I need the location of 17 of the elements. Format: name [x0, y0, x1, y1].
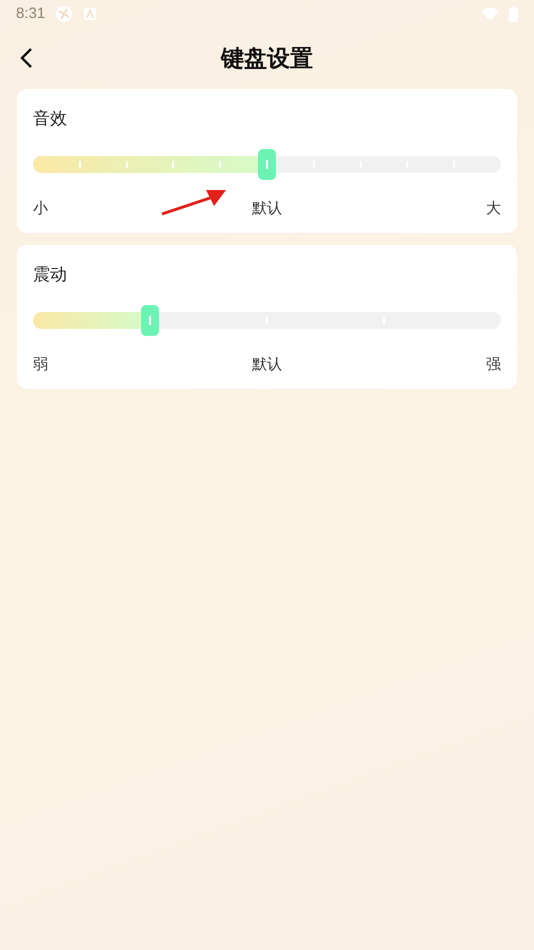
- slider-label: 弱: [33, 355, 48, 374]
- page-title: 键盘设置: [221, 44, 313, 74]
- slider-label: 小: [33, 199, 48, 218]
- slider-label: 默认: [252, 355, 282, 374]
- setting-title: 音效: [33, 108, 68, 130]
- slider-label: 大: [486, 199, 501, 218]
- status-time: 8:31: [16, 5, 46, 22]
- wifi-icon: [481, 6, 499, 20]
- setting-title: 震动: [33, 264, 68, 286]
- slider-label: 默认: [252, 199, 282, 218]
- slider-thumb[interactable]: [258, 149, 276, 180]
- back-icon[interactable]: [19, 47, 33, 69]
- battery-icon: [509, 6, 518, 22]
- slider-thumb[interactable]: [141, 305, 159, 336]
- slider-label: 强: [486, 355, 501, 374]
- slider-track[interactable]: [33, 312, 501, 329]
- slider-track[interactable]: [33, 156, 501, 173]
